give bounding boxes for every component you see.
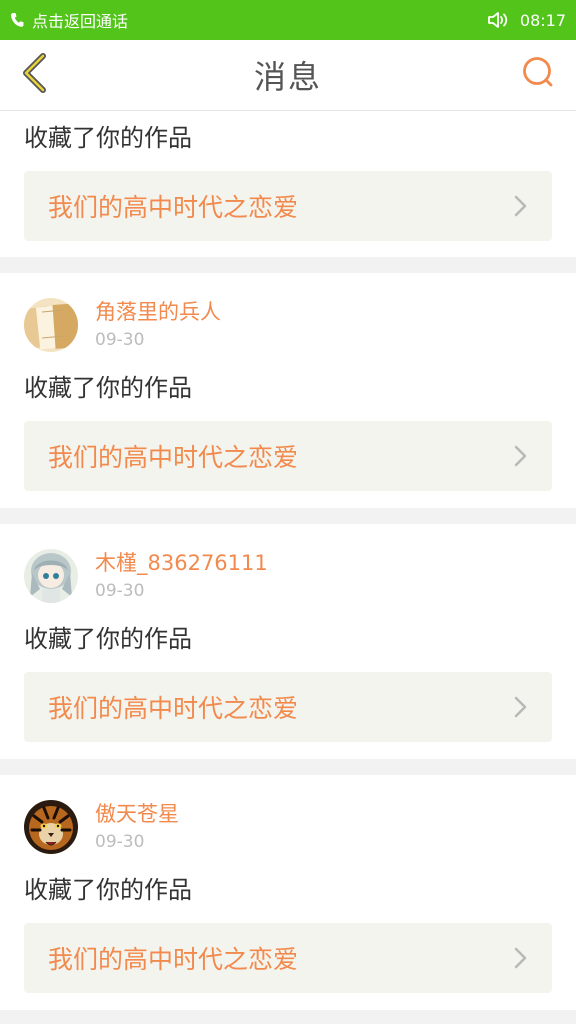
avatar[interactable]: [24, 549, 78, 603]
back-button[interactable]: [12, 52, 56, 98]
avatar[interactable]: [24, 800, 78, 854]
message-card: 收藏了你的作品 我们的高中时代之恋爱: [0, 111, 576, 257]
work-title: 我们的高中时代之恋爱: [48, 694, 299, 723]
user-row[interactable]: 木槿_836276111 09-30: [24, 548, 268, 604]
work-link[interactable]: 我们的高中时代之恋爱: [24, 923, 552, 993]
work-title: 我们的高中时代之恋爱: [48, 443, 299, 472]
work-title: 我们的高中时代之恋爱: [48, 945, 299, 974]
action-text: 收藏了你的作品: [24, 124, 192, 152]
username[interactable]: 木槿_836276111: [95, 550, 268, 576]
page-title: 消息: [253, 58, 322, 96]
speaker-icon: [487, 11, 510, 29]
work-link[interactable]: 我们的高中时代之恋爱: [24, 421, 552, 491]
work-link[interactable]: 我们的高中时代之恋爱: [24, 171, 552, 241]
work-link[interactable]: 我们的高中时代之恋爱: [24, 672, 552, 742]
phone-icon: [10, 12, 24, 28]
return-call-indicator[interactable]: 点击返回通话: [10, 8, 128, 32]
work-title: 我们的高中时代之恋爱: [48, 193, 299, 222]
search-icon: [521, 55, 555, 93]
action-text: 收藏了你的作品: [24, 374, 192, 402]
message-card: 傲天苍星 09-30 收藏了你的作品 我们的高中时代之恋爱: [0, 775, 576, 1010]
user-row[interactable]: 傲天苍星 09-30: [24, 799, 179, 855]
return-call-text: 点击返回通话: [32, 12, 129, 31]
chevron-left-icon: [19, 53, 49, 97]
action-text: 收藏了你的作品: [24, 625, 192, 653]
avatar[interactable]: [24, 298, 78, 352]
app-header: 消息: [0, 40, 576, 111]
username[interactable]: 傲天苍星: [95, 801, 179, 827]
timestamp: 09-30: [95, 581, 145, 601]
timestamp: 09-30: [95, 832, 145, 852]
action-text: 收藏了你的作品: [24, 876, 192, 904]
username[interactable]: 角落里的兵人: [95, 299, 221, 325]
message-card: 木槿_836276111 09-30 收藏了你的作品 我们的高中时代之恋爱: [0, 524, 576, 759]
chevron-right-icon: [514, 947, 528, 973]
message-card: 角落里的兵人 09-30 收藏了你的作品 我们的高中时代之恋爱: [0, 273, 576, 508]
message-list: 收藏了你的作品 我们的高中时代之恋爱 角落里的兵人 09-30 收藏了你的作品 …: [0, 111, 576, 1010]
timestamp: 09-30: [95, 330, 145, 350]
chevron-right-icon: [514, 445, 528, 471]
clock: 08:17: [519, 10, 566, 30]
chevron-right-icon: [514, 195, 528, 221]
chevron-right-icon: [514, 696, 528, 722]
search-button[interactable]: [518, 54, 558, 94]
status-bar: 点击返回通话 08:17: [0, 0, 576, 40]
user-row[interactable]: 角落里的兵人 09-30: [24, 297, 221, 353]
